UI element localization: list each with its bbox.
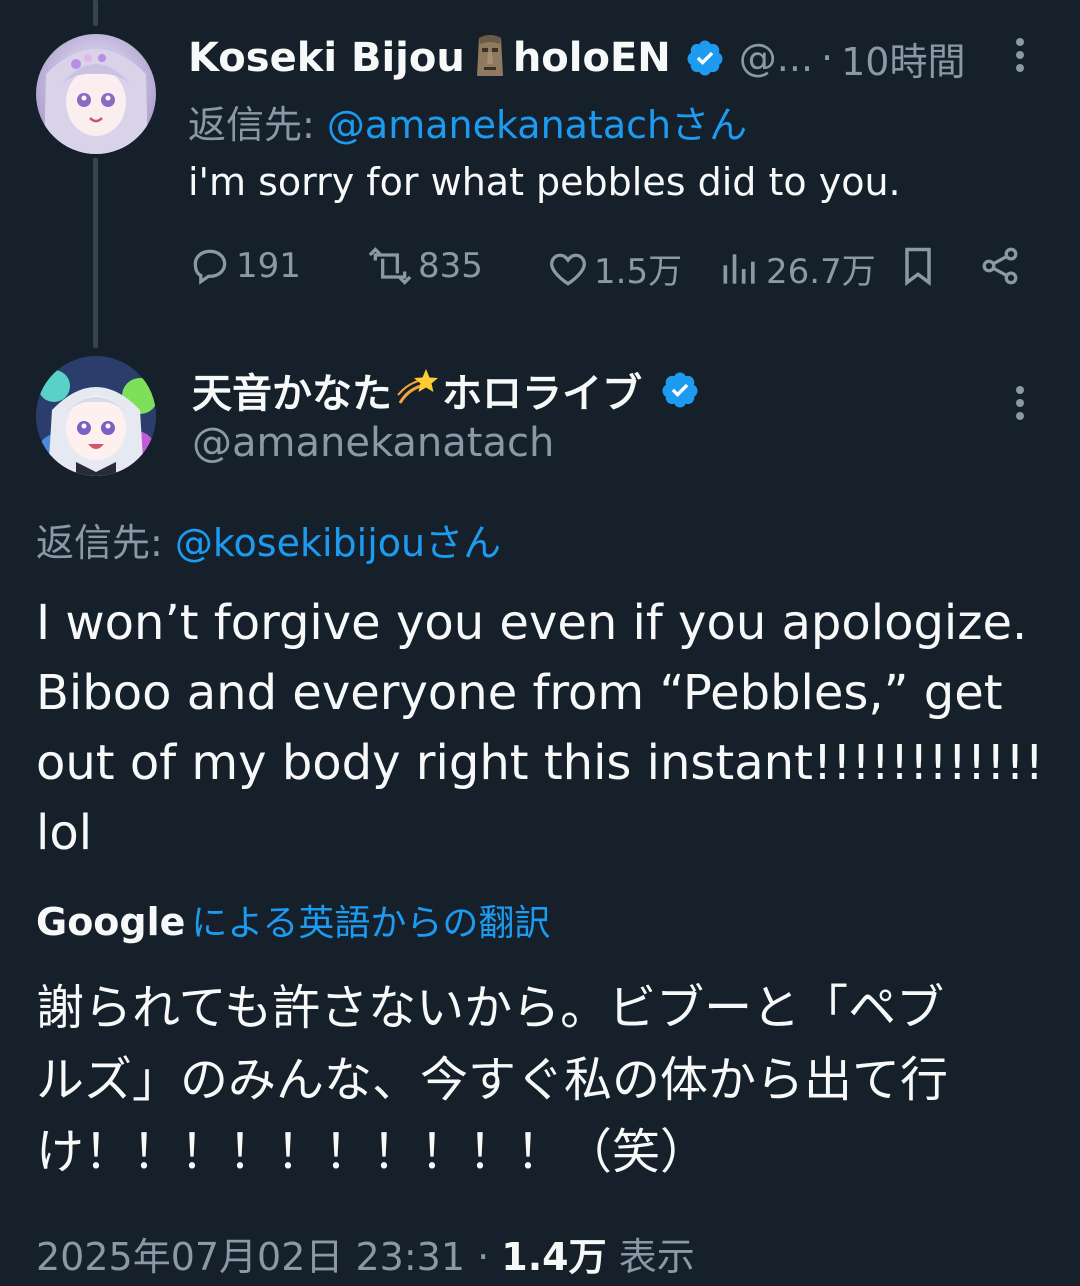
main-reply-to-link[interactable]: @kosekibijouさん	[175, 521, 501, 565]
parent-reply-prefix: 返信先:	[188, 103, 315, 147]
thread-line-top	[93, 0, 98, 26]
main-text-line: Biboo and everyone from “Pebbles,” get	[36, 665, 1003, 721]
retweet-button[interactable]: 835	[366, 244, 483, 288]
main-text-line: lol	[36, 805, 93, 861]
views-chart-icon	[718, 247, 766, 291]
retweet-icon	[366, 244, 418, 288]
parent-reply-to-link[interactable]: @amanekanatachさん	[327, 103, 747, 147]
translated-line: 謝られても許さないから。ビブーと「ペブ	[36, 980, 945, 1036]
parent-more-icon[interactable]	[1015, 38, 1025, 77]
main-handle[interactable]: @amanekanatach	[192, 420, 554, 466]
parent-separator: ·	[821, 36, 834, 80]
verified-badge-icon-main	[660, 370, 700, 410]
main-reply-context: 返信先: @kosekibijouさん	[36, 512, 501, 567]
like-button[interactable]: 1.5万	[546, 244, 682, 293]
translated-text: 謝られても許さないから。ビブーと「ペブ ルズ」のみんな、今すぐ私の体から出て行 …	[36, 972, 1066, 1188]
translated-line: ルズ」のみんな、今すぐ私の体から出て行	[36, 1052, 949, 1108]
parent-reply-context: 返信先: @amanekanatachさん	[188, 94, 747, 149]
parent-header: Koseki Bijou holoEN @... · 10時間	[188, 30, 965, 86]
main-text-line: out of my body right this instant!!!!!!!…	[36, 735, 1044, 791]
tweet-meta-footer: 2025年07月02日 23:31 · 1.4万 表示	[36, 1226, 695, 1281]
avatar-bijou[interactable]	[36, 34, 156, 154]
share-icon[interactable]	[978, 244, 1022, 292]
main-tweet-text: I won’t forgive you even if you apologiz…	[36, 588, 1066, 868]
parent-time[interactable]: 10時間	[841, 31, 965, 86]
main-text-line: I won’t forgive you even if you apologiz…	[36, 595, 1028, 651]
verified-badge-icon	[685, 38, 725, 78]
moai-icon	[473, 32, 507, 84]
avatar-kanata[interactable]	[36, 356, 156, 476]
reply-count: 191	[236, 246, 301, 286]
translation-attribution: Google による英語からの翻訳	[36, 894, 550, 946]
main-display-name-a[interactable]: 天音かなた	[192, 361, 392, 419]
heart-icon	[546, 247, 594, 291]
bookmark-icon[interactable]	[896, 244, 940, 292]
retweet-count: 835	[418, 246, 483, 286]
reply-button[interactable]: 191	[188, 244, 301, 288]
parent-name-suffix[interactable]: holoEN	[513, 35, 671, 81]
view-count: 1.4万	[501, 1235, 607, 1279]
view-label: 表示	[618, 1235, 695, 1279]
dizzy-star-icon	[394, 365, 440, 415]
parent-tweet-text: i'm sorry for what pebbles did to you.	[188, 160, 901, 204]
main-more-icon[interactable]	[1015, 386, 1025, 425]
translated-line: け！！！！！！！！！！（笑）	[36, 1124, 709, 1180]
like-count: 1.5万	[594, 252, 683, 292]
reply-icon	[188, 244, 236, 288]
main-display-name-b[interactable]: ホロライブ	[442, 361, 642, 419]
tweet-timestamp[interactable]: 2025年07月02日 23:31	[36, 1235, 465, 1279]
parent-display-name[interactable]: Koseki Bijou	[188, 35, 465, 81]
views-count: 26.7万	[766, 252, 876, 292]
translation-label-link[interactable]: による英語からの翻訳	[191, 894, 550, 946]
parent-handle[interactable]: @...	[739, 36, 813, 80]
main-header: 天音かなた ホロライブ	[192, 362, 700, 418]
google-logo: Google	[36, 900, 186, 944]
views-button[interactable]: 26.7万	[718, 244, 876, 293]
thread-line	[93, 158, 98, 348]
main-reply-prefix: 返信先:	[36, 521, 163, 565]
footer-separator: ·	[477, 1235, 490, 1279]
